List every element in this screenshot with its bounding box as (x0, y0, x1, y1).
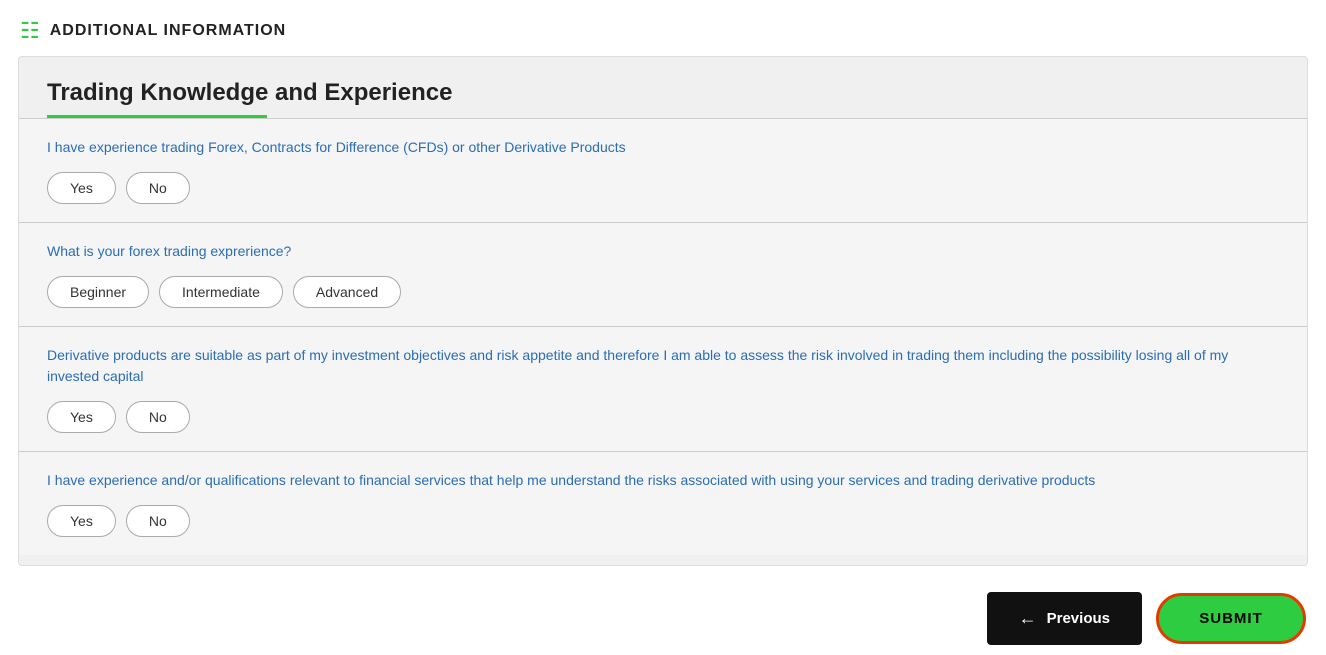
question-block-2: What is your forex trading exprerience? … (19, 222, 1307, 326)
submit-button[interactable]: SUBMIT (1156, 593, 1306, 644)
question-block-4: I have experience and/or qualifications … (19, 451, 1307, 555)
previous-button[interactable]: ← Previous (987, 592, 1142, 645)
page-header: ☷ ADDITIONAL INFORMATION (0, 0, 1326, 56)
question-block-1: I have experience trading Forex, Contrac… (19, 118, 1307, 222)
question-text-1: I have experience trading Forex, Contrac… (47, 137, 1279, 158)
q2-beginner-button[interactable]: Beginner (47, 276, 149, 308)
q4-no-button[interactable]: No (126, 505, 190, 537)
question-text-3: Derivative products are suitable as part… (47, 345, 1279, 387)
q3-no-button[interactable]: No (126, 401, 190, 433)
arrow-left-icon: ← (1019, 608, 1037, 629)
q3-yes-button[interactable]: Yes (47, 401, 116, 433)
question-block-3: Derivative products are suitable as part… (19, 326, 1307, 451)
options-row-3: Yes No (47, 401, 1279, 433)
section-title-area: Trading Knowledge and Experience (19, 57, 1307, 118)
options-row-1: Yes No (47, 172, 1279, 204)
main-content: Trading Knowledge and Experience I have … (18, 56, 1308, 566)
q2-intermediate-button[interactable]: Intermediate (159, 276, 283, 308)
q1-yes-button[interactable]: Yes (47, 172, 116, 204)
footer-bar: ← Previous SUBMIT (0, 576, 1326, 655)
options-row-2: Beginner Intermediate Advanced (47, 276, 1279, 308)
q2-advanced-button[interactable]: Advanced (293, 276, 401, 308)
section-title: Trading Knowledge and Experience (47, 79, 1279, 107)
q4-yes-button[interactable]: Yes (47, 505, 116, 537)
q1-no-button[interactable]: No (126, 172, 190, 204)
options-row-4: Yes No (47, 505, 1279, 537)
previous-label: Previous (1047, 610, 1110, 627)
header-icon: ☷ (20, 18, 40, 44)
question-text-4: I have experience and/or qualifications … (47, 470, 1279, 491)
question-text-2: What is your forex trading exprerience? (47, 241, 1279, 262)
header-title: ADDITIONAL INFORMATION (50, 22, 287, 40)
